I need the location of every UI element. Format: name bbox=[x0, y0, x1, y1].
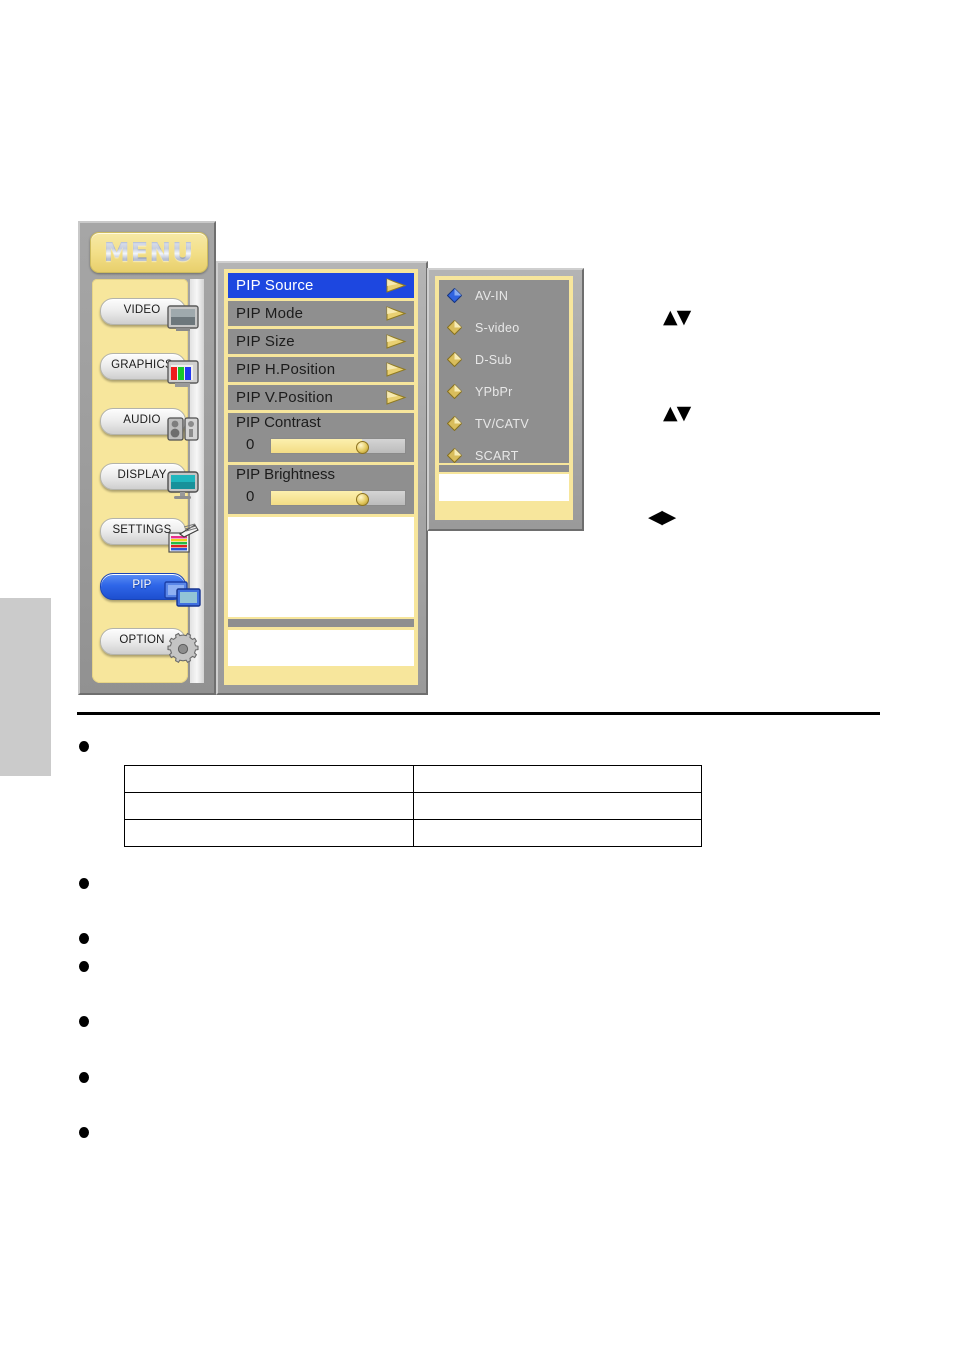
menu-row-pip-v-position[interactable]: PIP V.Position bbox=[228, 385, 414, 410]
bullet-marker bbox=[79, 741, 89, 752]
table-row bbox=[124, 765, 702, 793]
menu-row-pip-source[interactable]: PIP Source bbox=[228, 273, 414, 298]
menu-row-label: PIP Size bbox=[236, 333, 295, 350]
osd-category-panel: MENU VIDEO GRAPHICS AUDIO DISPLAY SETTIN… bbox=[78, 221, 216, 695]
menu-row-pip-mode[interactable]: PIP Mode bbox=[228, 301, 414, 326]
diamond-icon bbox=[446, 383, 463, 400]
bullet-marker bbox=[79, 1127, 89, 1138]
slider-knob[interactable] bbox=[356, 441, 370, 454]
menu-row-label: PIP Source bbox=[236, 277, 314, 294]
table-row bbox=[124, 819, 702, 847]
diamond-icon bbox=[446, 319, 463, 336]
source-item-label: TV/CATV bbox=[475, 417, 529, 431]
chevron-right-icon bbox=[385, 334, 407, 349]
pip-screens-icon bbox=[162, 577, 204, 611]
source-item-label: D-Sub bbox=[475, 353, 512, 367]
source-item-av-in[interactable]: AV-IN bbox=[439, 280, 569, 312]
diamond-icon bbox=[446, 447, 463, 464]
source-item-scart[interactable]: SCART bbox=[439, 440, 569, 472]
diamond-icon bbox=[446, 415, 463, 432]
menu-row-pip-size[interactable]: PIP Size bbox=[228, 329, 414, 354]
bullet-marker bbox=[79, 1072, 89, 1083]
up-down-arrows-icon: ▲▼ bbox=[663, 306, 691, 328]
pip-source-submenu: AV-IN S-video D-Sub YPbPr TV/CATV SCART bbox=[427, 268, 584, 531]
source-item-label: S-video bbox=[475, 321, 520, 335]
diamond-selected-icon bbox=[446, 287, 463, 304]
slider-label: PIP Brightness bbox=[236, 466, 335, 483]
page-side-tab bbox=[0, 598, 51, 776]
up-down-arrows-icon: ▲▼ bbox=[663, 402, 691, 424]
graphics-rgb-icon bbox=[162, 357, 204, 391]
table-cell bbox=[124, 819, 414, 847]
slider-track[interactable] bbox=[270, 490, 406, 506]
submenu-status-area bbox=[439, 474, 569, 501]
chevron-right-icon bbox=[385, 306, 407, 321]
osd-menu-screenshot: MENU VIDEO GRAPHICS AUDIO DISPLAY SETTIN… bbox=[78, 221, 428, 695]
source-item-label: AV-IN bbox=[475, 289, 509, 303]
slider-fill bbox=[271, 439, 363, 453]
table-row bbox=[124, 792, 702, 820]
diamond-icon bbox=[446, 351, 463, 368]
osd-status-area bbox=[228, 630, 414, 666]
source-item-tv-catv[interactable]: TV/CATV bbox=[439, 408, 569, 440]
osd-options-panel: PIP Source PIP Mode PIP Size PIP H.Posit… bbox=[216, 261, 428, 695]
slider-label: PIP Contrast bbox=[236, 414, 321, 431]
pip-source-submenu-inner: AV-IN S-video D-Sub YPbPr TV/CATV SCART bbox=[435, 276, 573, 520]
source-item-s-video[interactable]: S-video bbox=[439, 312, 569, 344]
option-gear-icon bbox=[162, 632, 204, 666]
left-right-arrows-icon: ◀▶ bbox=[648, 506, 676, 528]
chevron-right-icon bbox=[385, 278, 407, 293]
pip-source-list: AV-IN S-video D-Sub YPbPr TV/CATV SCART bbox=[439, 280, 569, 464]
osd-menu-banner: MENU bbox=[90, 232, 208, 273]
table-cell bbox=[124, 792, 414, 820]
source-item-label: SCART bbox=[475, 449, 519, 463]
osd-divider bbox=[228, 619, 414, 627]
table-cell bbox=[124, 765, 414, 793]
settings-hand-icon bbox=[162, 522, 204, 556]
osd-info-area bbox=[228, 517, 414, 617]
source-item-d-sub[interactable]: D-Sub bbox=[439, 344, 569, 376]
video-monitor-icon bbox=[162, 302, 204, 336]
section-divider bbox=[77, 712, 880, 715]
slider-value: 0 bbox=[246, 488, 255, 505]
chevron-right-icon bbox=[385, 362, 407, 377]
bullet-marker bbox=[79, 933, 89, 944]
slider-pip-brightness[interactable]: PIP Brightness 0 bbox=[228, 465, 414, 514]
slider-value: 0 bbox=[246, 436, 255, 453]
osd-menu-rows: PIP Source PIP Mode PIP Size PIP H.Posit… bbox=[228, 273, 414, 666]
osd-options-inner: PIP Source PIP Mode PIP Size PIP H.Posit… bbox=[224, 269, 418, 685]
table-cell bbox=[412, 765, 702, 793]
spec-table bbox=[124, 765, 702, 847]
bullet-marker bbox=[79, 961, 89, 972]
table-cell bbox=[412, 792, 702, 820]
table-cell bbox=[412, 819, 702, 847]
menu-row-label: PIP H.Position bbox=[236, 361, 336, 378]
display-monitor-icon bbox=[162, 467, 204, 501]
menu-row-label: PIP Mode bbox=[236, 305, 304, 322]
slider-pip-contrast[interactable]: PIP Contrast 0 bbox=[228, 413, 414, 462]
menu-row-pip-h-position[interactable]: PIP H.Position bbox=[228, 357, 414, 382]
menu-row-label: PIP V.Position bbox=[236, 389, 334, 406]
source-item-label: YPbPr bbox=[475, 385, 513, 399]
chevron-right-icon bbox=[385, 390, 407, 405]
osd-menu-banner-label: MENU bbox=[91, 238, 207, 268]
slider-track[interactable] bbox=[270, 438, 406, 454]
slider-fill bbox=[271, 491, 363, 505]
audio-speakers-icon bbox=[162, 412, 204, 446]
slider-knob[interactable] bbox=[356, 493, 370, 506]
bullet-marker bbox=[79, 878, 89, 889]
source-item-ypbpr[interactable]: YPbPr bbox=[439, 376, 569, 408]
bullet-marker bbox=[79, 1016, 89, 1027]
